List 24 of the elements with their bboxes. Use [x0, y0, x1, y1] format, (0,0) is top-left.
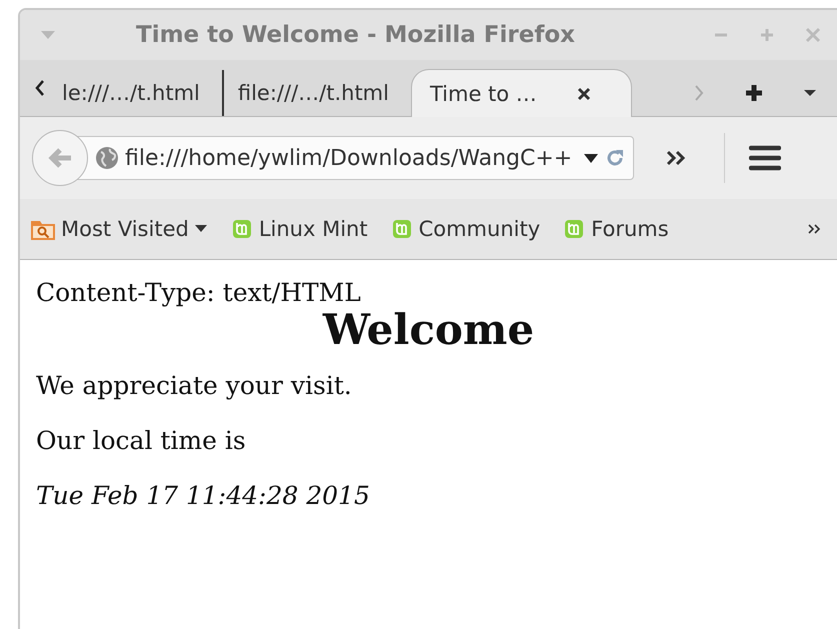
reload-icon[interactable] [605, 148, 625, 168]
dropdown-icon[interactable] [583, 152, 599, 164]
overflow-chevron-icon[interactable] [666, 149, 688, 167]
dropdown-icon[interactable] [803, 88, 817, 98]
globe-icon [95, 146, 119, 170]
overflow-chevron-icon[interactable] [807, 223, 821, 235]
bookmark-item[interactable]: Forums [562, 217, 669, 241]
paragraph: We appreciate your visit. [36, 371, 353, 400]
paragraph: Our local time is [36, 426, 247, 456]
bookmark-item[interactable]: Community [390, 217, 540, 241]
dropdown-icon [194, 224, 208, 234]
bookmark-item[interactable]: Most Visited [30, 217, 208, 241]
time-text: Tue Feb 17 11:44:28 2015 [36, 481, 371, 510]
browser-tab[interactable]: file:///…/t.html [224, 70, 411, 116]
content-type-text: Content-Type: text/HTML [36, 278, 362, 307]
browser-tab[interactable]: Time to … [410, 69, 632, 117]
back-arrow-icon [47, 147, 73, 169]
bookmark-item[interactable]: Linux Mint [230, 217, 368, 241]
scroll-left-icon[interactable] [34, 79, 46, 97]
window-title: Time to Welcome - Mozilla Firefox [136, 22, 576, 48]
menu-icon[interactable] [749, 145, 781, 171]
new-tab-icon[interactable] [745, 84, 763, 102]
page-heading: Welcome [322, 307, 536, 354]
close-tab-icon[interactable] [576, 86, 591, 100]
